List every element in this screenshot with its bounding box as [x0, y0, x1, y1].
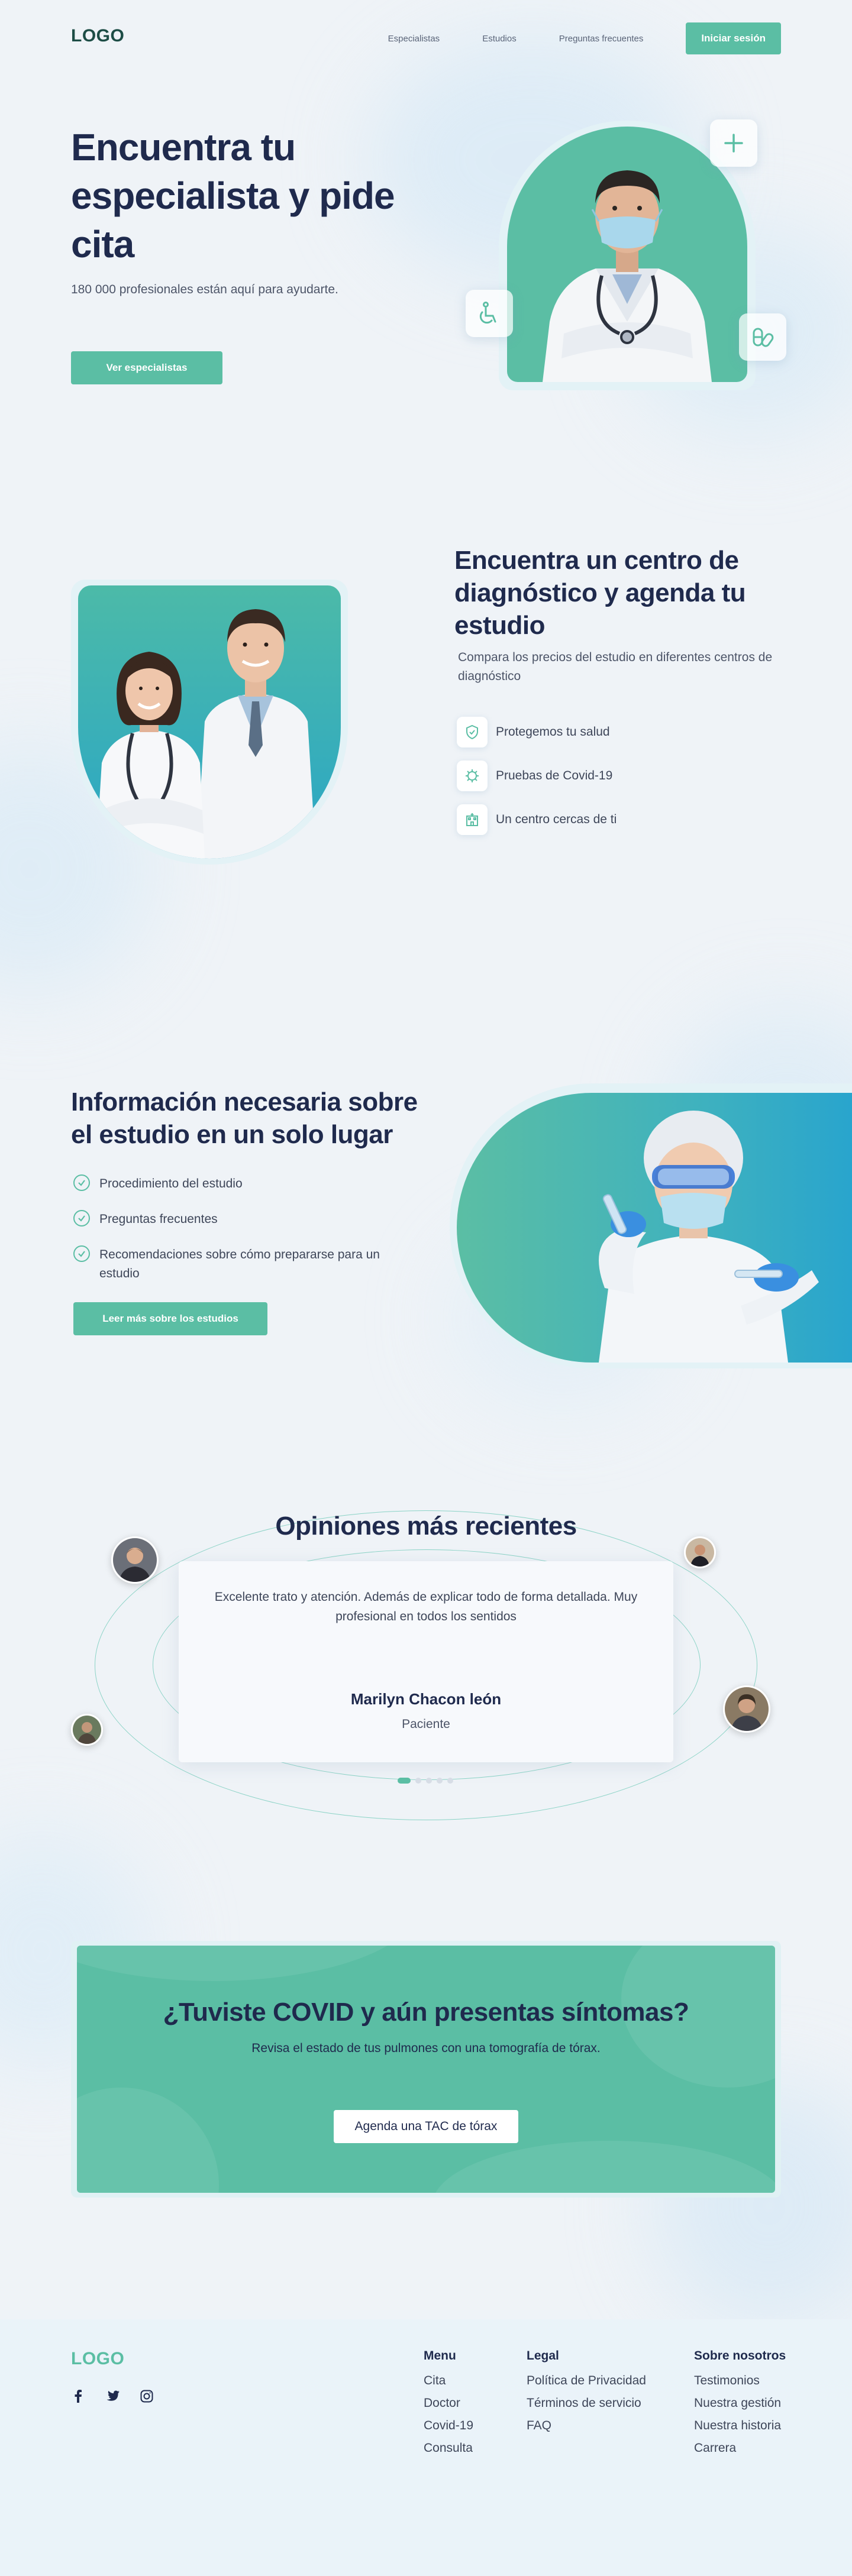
footer-link-privacy[interactable]: Política de Privacidad [527, 2374, 646, 2388]
footer-link-consulta[interactable]: Consulta [424, 2441, 473, 2455]
hero-subtitle: 180 000 profesionales están aquí para ay… [71, 283, 338, 296]
footer-link-careers[interactable]: Carrera [694, 2441, 786, 2455]
covid-title: ¿Tuviste COVID y aún presentas síntomas? [163, 1998, 689, 2027]
reviewer-avatar[interactable] [111, 1536, 159, 1584]
lab-scientist-illustration [599, 1111, 819, 1363]
check-label: Recomendaciones sobre cómo prepararse pa… [99, 1248, 380, 1280]
nav-preguntas-frecuentes[interactable]: Preguntas frecuentes [559, 34, 644, 44]
plus-icon [710, 119, 757, 167]
footer-link-doctor[interactable]: Doctor [424, 2396, 473, 2410]
reviewer-avatar[interactable] [71, 1714, 103, 1746]
diagnostic-subtitle: Compara los precios del estudio en difer… [458, 651, 773, 683]
doctors-illustration [96, 609, 316, 859]
footer-link-faq[interactable]: FAQ [527, 2419, 646, 2433]
main-nav: Especialistas Estudios Preguntas frecuen… [388, 22, 781, 54]
lab-scientist-image [457, 1093, 852, 1363]
virus-icon [457, 760, 488, 791]
reviewer-role: Paciente [402, 1717, 450, 1731]
footer-column-title: Sobre nosotros [694, 2349, 786, 2363]
footer-link-terms[interactable]: Términos de servicio [527, 2396, 646, 2410]
footer-link-history[interactable]: Nuestra historia [694, 2419, 786, 2433]
login-button[interactable]: Iniciar sesión [686, 22, 781, 54]
doctors-image [78, 585, 341, 859]
social-links [71, 2389, 154, 2403]
feature-label: Pruebas de Covid-19 [496, 769, 613, 782]
book-ct-scan-button[interactable]: Agenda una TAC de tórax [334, 2110, 518, 2143]
feature-nearby-center: Un centro cercas de ti [457, 804, 617, 835]
check-item: Procedimiento del estudio [73, 1174, 243, 1193]
carousel-dot[interactable] [437, 1778, 443, 1784]
footer-logo[interactable]: LOGO [71, 2349, 124, 2369]
diagnostic-title: Encuentra un centro de diagnóstico y age… [454, 546, 746, 640]
nav-estudios[interactable]: Estudios [482, 34, 517, 44]
reviewer-name: Marilyn Chacon león [350, 1690, 502, 1708]
logo[interactable]: LOGO [71, 26, 124, 46]
hospital-icon [457, 804, 488, 835]
reviewer-avatar[interactable] [684, 1536, 716, 1568]
doctor-illustration [543, 170, 712, 382]
carousel-dot[interactable] [415, 1778, 421, 1784]
feature-label: Un centro cercas de ti [496, 813, 617, 826]
instagram-icon[interactable] [140, 2389, 154, 2403]
read-more-button[interactable]: Leer más sobre los estudios [73, 1302, 267, 1335]
carousel-dot[interactable] [426, 1778, 432, 1784]
nav-especialistas[interactable]: Especialistas [388, 34, 440, 44]
carousel-dot[interactable] [447, 1778, 453, 1784]
review-text: Excelente trato y atención. Además de ex… [214, 1590, 638, 1623]
covid-banner: ¿Tuviste COVID y aún presentas síntomas?… [77, 1946, 775, 2193]
carousel-dot[interactable] [398, 1778, 411, 1784]
covid-subtitle: Revisa el estado de tus pulmones con una… [251, 2041, 601, 2055]
footer-link-cita[interactable]: Cita [424, 2374, 473, 2388]
footer-column-about: Sobre nosotros Testimonios Nuestra gesti… [694, 2349, 786, 2464]
feature-label: Protegemos tu salud [496, 725, 610, 739]
page: { "header": { "logo": "LOGO", "nav": ["E… [0, 0, 852, 2576]
footer-column-title: Menu [424, 2349, 456, 2363]
reviews-title: Opiniones más recientes [275, 1512, 577, 1541]
check-item: Preguntas frecuentes [73, 1210, 218, 1229]
shield-icon [457, 717, 488, 747]
footer: LOGO Menu Cita Doctor Covid-19 Consulta … [0, 2319, 852, 2576]
check-label: Preguntas frecuentes [99, 1212, 218, 1226]
carousel-dots [398, 1778, 453, 1784]
check-icon [73, 1174, 90, 1191]
info-title: Información necesaria sobre el estudio e… [71, 1088, 418, 1149]
footer-column-menu: Menu Cita Doctor Covid-19 Consulta [424, 2349, 473, 2464]
check-icon [73, 1245, 90, 1262]
footer-link-testimonials[interactable]: Testimonios [694, 2374, 786, 2388]
footer-column-legal: Legal Política de Privacidad Términos de… [527, 2349, 646, 2441]
hero-title: Encuentra tu especialista y pide cita [71, 126, 395, 266]
pill-icon [739, 313, 786, 361]
footer-link-management[interactable]: Nuestra gestión [694, 2396, 786, 2410]
see-specialists-button[interactable]: Ver especialistas [71, 351, 222, 384]
wheelchair-icon [466, 290, 513, 337]
feature-covid-tests: Pruebas de Covid-19 [457, 760, 612, 791]
footer-link-covid[interactable]: Covid-19 [424, 2419, 473, 2433]
footer-column-title: Legal [527, 2349, 559, 2363]
check-icon [73, 1210, 90, 1226]
header: LOGO Especialistas Estudios Preguntas fr… [71, 22, 781, 58]
check-item: Recomendaciones sobre cómo prepararse pa… [73, 1245, 405, 1283]
facebook-icon[interactable] [71, 2389, 85, 2403]
doctor-image [507, 127, 747, 382]
review-card: Excelente trato y atención. Además de ex… [179, 1561, 673, 1762]
feature-protection: Protegemos tu salud [457, 717, 610, 747]
twitter-icon[interactable] [105, 2389, 120, 2403]
check-label: Procedimiento del estudio [99, 1177, 243, 1190]
reviewer-avatar[interactable] [723, 1685, 770, 1733]
